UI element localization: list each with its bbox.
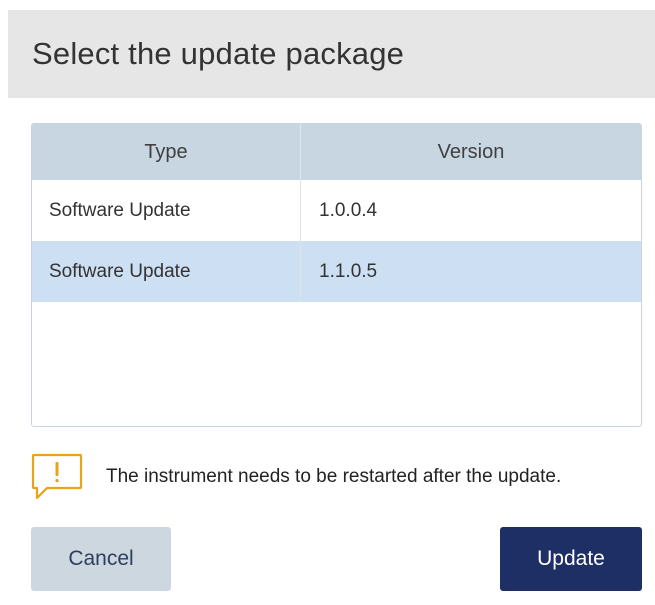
- update-button[interactable]: Update: [500, 527, 642, 591]
- cell-type: Software Update: [32, 241, 301, 302]
- column-header-type[interactable]: Type: [32, 124, 301, 180]
- update-package-table: Type Version Software Update 1.0.0.4 Sof…: [31, 123, 642, 427]
- dialog-title: Select the update package: [32, 36, 405, 71]
- warning-speech-bubble-icon: [31, 453, 83, 501]
- cell-version: 1.1.0.5: [319, 260, 378, 282]
- cell-version: 1.0.0.4: [319, 199, 378, 221]
- notice-text: The instrument needs to be restarted aft…: [106, 466, 562, 487]
- table-header: Type Version: [32, 124, 641, 180]
- update-package-dialog: Select the update package Type Version S…: [0, 0, 655, 605]
- cancel-button[interactable]: Cancel: [31, 527, 171, 591]
- cell-type: Software Update: [32, 180, 301, 241]
- table-row[interactable]: Software Update 1.0.0.4: [32, 180, 641, 241]
- dialog-header: Select the update package: [8, 10, 655, 98]
- restart-notice: The instrument needs to be restarted aft…: [31, 453, 642, 501]
- column-header-version[interactable]: Version: [301, 124, 641, 180]
- table-row-selected[interactable]: Software Update 1.1.0.5: [32, 241, 641, 302]
